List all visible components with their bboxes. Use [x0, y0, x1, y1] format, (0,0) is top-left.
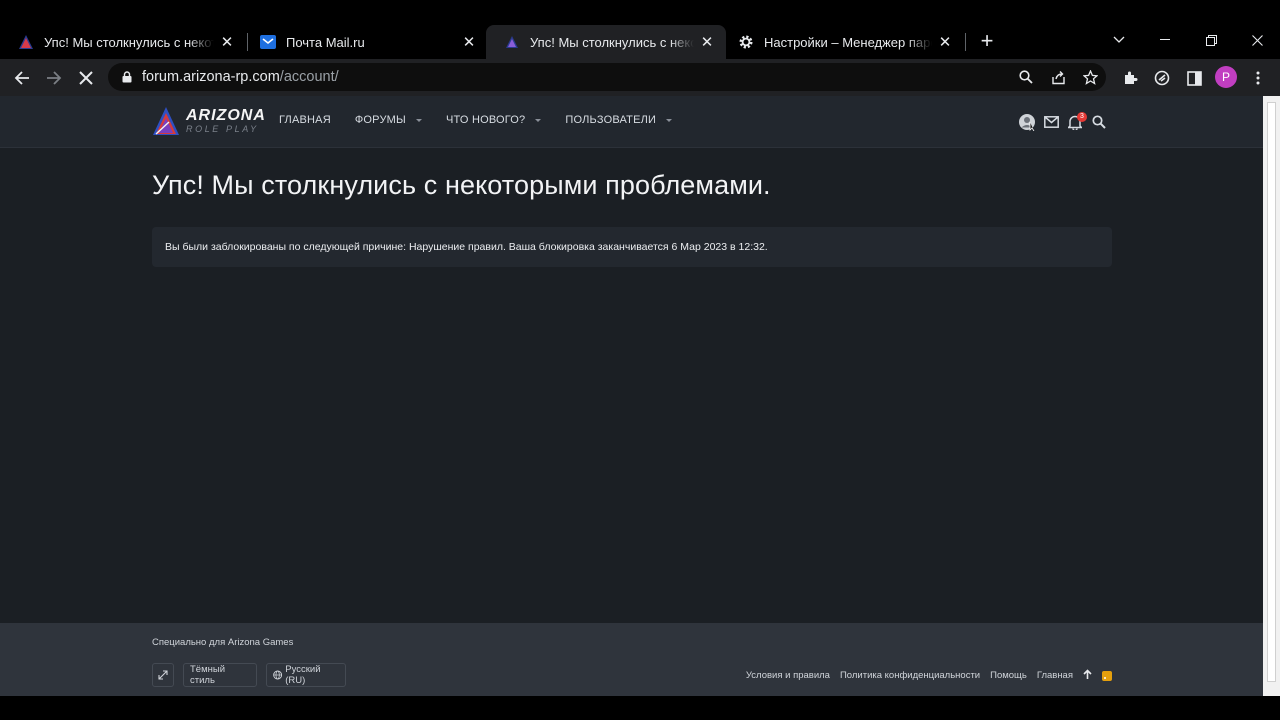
stop-loading-icon[interactable] [73, 65, 99, 91]
expand-icon [158, 670, 168, 680]
close-window-icon[interactable] [1246, 30, 1268, 50]
language-chooser-button[interactable]: Русский (RU) [266, 663, 346, 687]
tab-settings[interactable]: Настройки – Менеджер паролей ✕ [720, 25, 964, 59]
extensions-icon[interactable] [1117, 65, 1143, 91]
vpn-extension-icon[interactable] [1149, 65, 1175, 91]
main-nav: ГЛАВНАЯ ФОРУМЫ ЧТО НОВОГО? ПОЛЬЗОВАТЕЛИ [279, 114, 696, 126]
footer-link-terms[interactable]: Условия и правила [746, 670, 830, 681]
nav-whats-new[interactable]: ЧТО НОВОГО? [446, 114, 542, 126]
chevron-down-icon[interactable] [666, 118, 673, 122]
tab-arizona-1[interactable]: Упс! Мы столкнулись с некоторыми проблем… [0, 25, 246, 59]
site-footer: Специально для Arizona Games Тёмный стил… [0, 623, 1263, 696]
search-icon[interactable] [1090, 113, 1108, 131]
taskbar-strip [0, 696, 1280, 720]
arizona-logo-icon [18, 34, 34, 50]
footer-links: Условия и правила Политика конфиденциаль… [736, 669, 1112, 682]
mail-icon [260, 34, 276, 50]
side-panel-icon[interactable] [1181, 65, 1207, 91]
tab-title: Упс! Мы столкнулись с некоторыми проблем… [44, 34, 214, 50]
footer-link-help[interactable]: Помощь [990, 670, 1027, 681]
address-bar[interactable]: forum.arizona-rp.com/account/ [108, 63, 1106, 91]
envelope-icon[interactable] [1042, 113, 1060, 131]
tab-title: Почта Mail.ru [286, 34, 365, 50]
footer-link-home[interactable]: Главная [1037, 670, 1073, 681]
footer-link-privacy[interactable]: Политика конфиденциальности [840, 670, 980, 681]
user-avatar[interactable] [1018, 113, 1036, 131]
chevron-down-icon[interactable] [415, 118, 422, 122]
page-scrollbar[interactable] [1263, 96, 1280, 696]
page-viewport: ARIZONA ROLE PLAY ГЛАВНАЯ ФОРУМЫ ЧТО НОВ… [0, 96, 1263, 696]
close-icon[interactable]: ✕ [218, 33, 236, 51]
nav-forums[interactable]: ФОРУМЫ [355, 114, 422, 126]
back-icon[interactable] [9, 65, 35, 91]
tab-arizona-active[interactable]: Упс! Мы столкнулись с некоторыми проблем… [486, 25, 726, 59]
nav-members[interactable]: ПОЛЬЗОВАТЕЛИ [565, 114, 673, 126]
language-label: Русский (RU) [285, 664, 321, 686]
nav-home[interactable]: ГЛАВНАЯ [279, 114, 331, 126]
bookmark-star-icon[interactable] [1080, 67, 1100, 87]
profile-avatar[interactable]: P [1215, 66, 1237, 88]
tab-title: Упс! Мы столкнулись с некоторыми проблем… [530, 34, 694, 50]
footer-credit: Специально для Arizona Games [152, 637, 294, 648]
forward-icon[interactable] [41, 65, 67, 91]
globe-icon [273, 670, 283, 680]
tab-search-icon[interactable] [1108, 30, 1130, 50]
page-title: Упс! Мы столкнулись с некоторыми проблем… [152, 170, 771, 200]
zoom-icon[interactable] [1016, 67, 1036, 87]
gear-icon [738, 34, 754, 50]
site-logo[interactable]: ARIZONA ROLE PLAY [152, 105, 266, 137]
site-header: ARIZONA ROLE PLAY ГЛАВНАЯ ФОРУМЫ ЧТО НОВ… [0, 96, 1263, 148]
new-tab-button[interactable]: + [976, 30, 998, 53]
arizona-logo-icon [153, 107, 179, 135]
rss-icon[interactable] [1102, 670, 1112, 681]
logo-title: ARIZONA [186, 107, 266, 124]
ban-notice: Вы были заблокированы по следующей причи… [152, 227, 1112, 267]
menu-icon[interactable] [1245, 65, 1271, 91]
lock-icon[interactable] [120, 70, 134, 84]
restore-icon[interactable] [1200, 30, 1222, 50]
tab-title: Настройки – Менеджер паролей [764, 34, 932, 50]
tab-strip: Упс! Мы столкнулись с некоторыми проблем… [0, 0, 1280, 59]
chevron-down-icon[interactable] [535, 118, 542, 122]
loading-icon [504, 34, 520, 50]
scrollbar-thumb[interactable] [1267, 102, 1276, 682]
close-icon[interactable]: ✕ [936, 33, 954, 51]
url-text: forum.arizona-rp.com/account/ [142, 69, 339, 85]
close-icon[interactable]: ✕ [698, 33, 716, 51]
arrow-up-icon[interactable] [1083, 669, 1092, 682]
minimize-icon[interactable] [1154, 30, 1176, 50]
close-icon[interactable]: ✕ [460, 33, 478, 51]
expand-width-button[interactable] [152, 663, 174, 687]
style-chooser-button[interactable]: Тёмный стиль [183, 663, 257, 687]
share-icon[interactable] [1048, 67, 1068, 87]
tab-mail[interactable]: Почта Mail.ru ✕ [242, 25, 488, 59]
notification-badge: 3 [1077, 112, 1087, 122]
logo-subtitle: ROLE PLAY [186, 124, 259, 134]
